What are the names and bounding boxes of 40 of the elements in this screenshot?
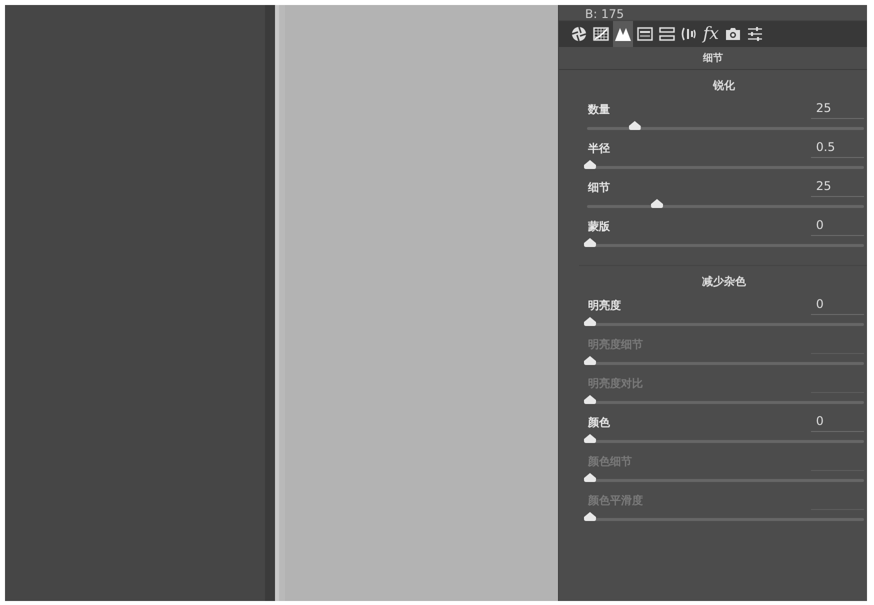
value-field[interactable]: 0	[811, 412, 864, 432]
slider-thumb[interactable]	[628, 121, 641, 130]
section-title: 锐化	[713, 78, 735, 93]
slider-thumb[interactable]	[651, 199, 663, 208]
grid-curve-icon	[593, 26, 609, 42]
fx-tab[interactable]: fx	[701, 21, 721, 47]
slider[interactable]	[584, 356, 864, 366]
slider-label: 蒙版	[587, 218, 610, 234]
value-field[interactable]: 0	[811, 216, 864, 236]
slider-thumb[interactable]	[584, 317, 596, 326]
slider[interactable]	[584, 395, 864, 405]
slider[interactable]	[584, 238, 864, 248]
split-tone-icon	[637, 26, 653, 42]
slider[interactable]	[584, 473, 864, 483]
slider[interactable]	[584, 512, 864, 522]
camera-icon	[724, 26, 741, 42]
panel-title: 细节	[703, 52, 723, 65]
slider[interactable]	[584, 317, 864, 327]
panel-tab[interactable]	[613, 21, 633, 47]
slider-label: 半径	[587, 140, 610, 156]
mountain-icon	[615, 26, 631, 42]
value-field[interactable]: 0	[811, 295, 864, 315]
slider-label: 细节	[586, 180, 610, 194]
slider-label: 数量	[586, 102, 610, 116]
slider[interactable]	[584, 434, 864, 444]
slider-thumb[interactable]	[584, 434, 596, 443]
value-field[interactable]: 25	[811, 177, 864, 197]
slider-thumb[interactable]	[584, 238, 596, 247]
section-title: 减少杂色	[702, 274, 746, 289]
slider[interactable]	[584, 160, 864, 170]
value-field[interactable]: 0.5	[811, 138, 864, 158]
value-field[interactable]: 25	[811, 99, 864, 119]
slider-label: 明亮度	[587, 298, 621, 312]
slider-label: 颜色	[586, 414, 610, 430]
lens-icon	[681, 26, 697, 42]
rgb-readout: B: 175	[585, 8, 624, 20]
bars-icon	[659, 26, 675, 42]
slider-thumb[interactable]	[584, 160, 596, 169]
sliders-icon	[746, 26, 763, 42]
aperture-icon	[571, 26, 587, 42]
